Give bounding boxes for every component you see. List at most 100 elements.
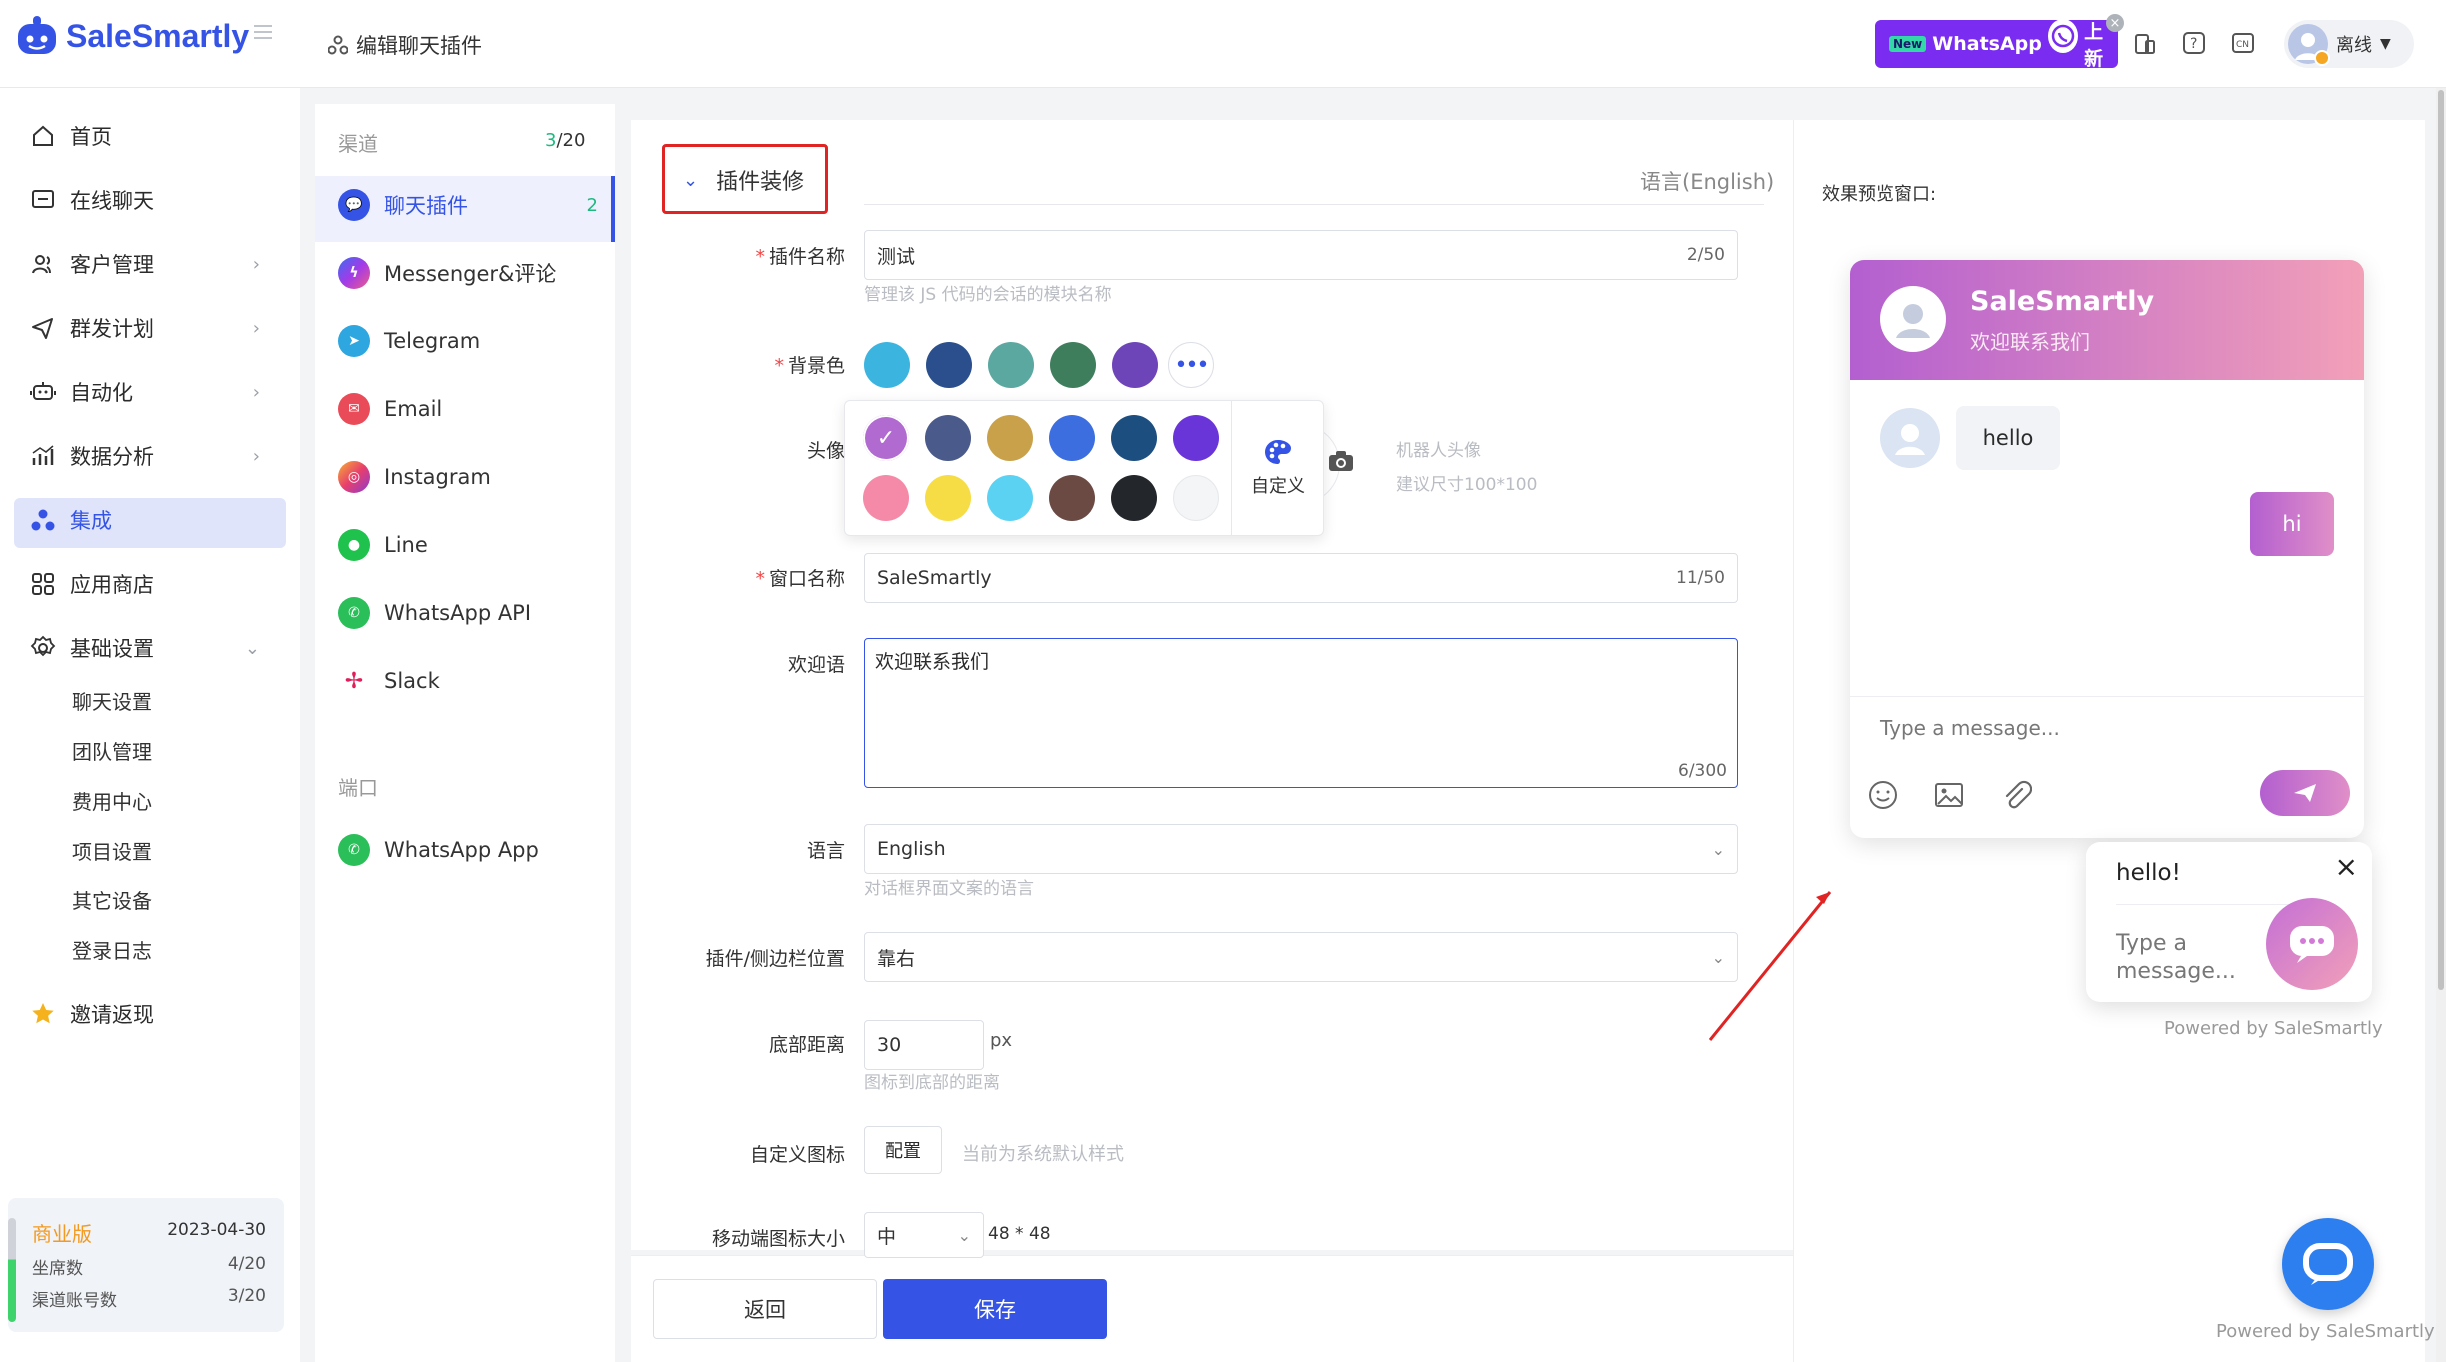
plan-usage-bar <box>8 1218 16 1322</box>
language-hint: 对话框界面文案的语言 <box>864 879 1034 899</box>
sidebar-item-analytics[interactable]: 数据分析 › <box>30 438 260 474</box>
email-icon: ✉ <box>338 393 370 425</box>
custom-icon-label: 自定义图标 <box>749 1144 845 1166</box>
avatar-color-swatch[interactable] <box>1173 415 1219 461</box>
bg-color-swatch[interactable] <box>1050 342 1096 388</box>
integration-icon <box>31 509 55 531</box>
popup-input-placeholder[interactable]: Type a message... <box>2116 930 2256 985</box>
seats-value: 4/20 <box>227 1254 266 1274</box>
sidebar-item-customers[interactable]: 客户管理 › <box>30 246 260 282</box>
line-icon: ● <box>338 529 370 561</box>
help-icon[interactable]: ? <box>2182 31 2206 55</box>
channel-item-label: 聊天插件 <box>384 194 468 218</box>
name-label-text: 插件名称 <box>768 246 845 268</box>
sidebar-item-invite[interactable]: 邀请返现 <box>30 996 154 1032</box>
support-launcher-button[interactable] <box>2282 1218 2374 1310</box>
sidebar-sub-project[interactable]: 项目设置 <box>72 836 152 865</box>
chevron-right-icon: › <box>252 381 260 403</box>
chat-plugin-icon: 💬 <box>338 189 370 221</box>
save-button[interactable]: 保存 <box>883 1279 1107 1339</box>
section-toggle[interactable]: ⌄ 插件装修 <box>683 164 804 196</box>
scrollbar-track[interactable] <box>2436 88 2446 1362</box>
whatsapp-promo-banner[interactable]: New WhatsApp 上新 <box>1875 19 2118 70</box>
scrollbar-thumb[interactable] <box>2438 90 2444 990</box>
channel-item-telegram[interactable]: ➤ Telegram <box>338 325 480 357</box>
sidebar-item-settings[interactable]: 基础设置 ⌄ <box>30 630 260 666</box>
new-badge: New <box>1889 36 1927 52</box>
channel-item-line[interactable]: ● Line <box>338 529 428 561</box>
sidebar-sub-login-log[interactable]: 登录日志 <box>72 935 152 964</box>
channel-item-messenger[interactable]: ϟ Messenger&评论 <box>338 257 556 289</box>
avatar-color-swatch[interactable] <box>1111 475 1157 521</box>
avatar-color-swatch[interactable]: ✓ <box>863 415 909 461</box>
custom-color-button[interactable]: 自定义 <box>1231 401 1325 535</box>
avatar-color-swatch[interactable] <box>987 475 1033 521</box>
close-promo-icon[interactable]: × <box>2106 14 2124 32</box>
channel-item-whatsapp-app[interactable]: ✆ WhatsApp App <box>338 834 539 866</box>
channel-item-whatsapp-api[interactable]: ✆ WhatsApp API <box>338 597 531 629</box>
sidebar-item-automation[interactable]: 自动化 › <box>30 374 260 410</box>
sidebar-sub-billing[interactable]: 费用中心 <box>72 786 152 815</box>
more-colors-button[interactable]: ••• <box>1168 342 1214 388</box>
sidebar-item-app-store[interactable]: 应用商店 <box>30 566 154 602</box>
avatar-color-swatch[interactable] <box>925 475 971 521</box>
avatar-hint-1: 机器人头像 <box>1396 441 1481 461</box>
brand-name: SaleSmartly <box>66 17 250 54</box>
widget-launcher-button[interactable] <box>2266 898 2358 990</box>
bg-color-swatches <box>864 342 1158 388</box>
messenger-icon: ϟ <box>338 257 370 289</box>
plugin-name-count: 2/50 <box>1686 245 1725 265</box>
image-icon[interactable] <box>1932 778 1966 812</box>
back-button[interactable]: 返回 <box>653 1279 877 1339</box>
emoji-icon[interactable] <box>1866 778 1900 812</box>
greeting-popup: hello! × Type a message... <box>2086 842 2372 1002</box>
bg-color-swatch[interactable] <box>926 342 972 388</box>
user-menu[interactable]: 离线 ▼ <box>2284 20 2414 68</box>
welcome-textarea[interactable]: 欢迎联系我们 6/300 <box>864 638 1738 788</box>
sidebar-item-home[interactable]: 首页 <box>30 118 112 154</box>
plugin-name-input[interactable]: 测试 2/50 <box>864 230 1738 280</box>
send-button[interactable] <box>2260 770 2350 816</box>
sidebar-sub-chat-settings[interactable]: 聊天设置 <box>72 686 152 715</box>
window-name-input[interactable]: SaleSmartly 11/50 <box>864 553 1738 603</box>
camera-icon[interactable] <box>1328 450 1354 472</box>
avatar-color-swatch[interactable] <box>1111 415 1157 461</box>
avatar-color-swatch[interactable] <box>1049 475 1095 521</box>
message-input-placeholder[interactable]: Type a message... <box>1880 716 2060 740</box>
channel-item-label: Instagram <box>384 465 491 489</box>
avatar-color-swatch[interactable] <box>1049 415 1095 461</box>
devices-icon[interactable] <box>2134 32 2156 56</box>
sidebar-item-label: 群发计划 <box>70 317 154 341</box>
welcome-value: 欢迎联系我们 <box>875 651 990 673</box>
sidebar-item-broadcast[interactable]: 群发计划 › <box>30 310 260 346</box>
sidebar-item-integration[interactable]: 集成 <box>30 502 112 538</box>
bg-color-swatch[interactable] <box>1112 342 1158 388</box>
mobile-size-select[interactable]: 中 ⌄ <box>864 1212 984 1258</box>
avatar-color-swatch[interactable] <box>925 415 971 461</box>
avatar-color-swatch[interactable] <box>863 475 909 521</box>
bottom-distance-input[interactable]: 30 <box>864 1020 984 1070</box>
widget-toolbar <box>1866 778 2032 812</box>
configure-icon-button[interactable]: 配置 <box>864 1126 942 1174</box>
menu-toggle-icon[interactable] <box>252 22 274 42</box>
channel-item-slack[interactable]: ✢ Slack <box>338 665 440 697</box>
channel-item-email[interactable]: ✉ Email <box>338 393 442 425</box>
avatar-color-swatch[interactable] <box>1173 475 1219 521</box>
chevron-right-icon: › <box>252 445 260 467</box>
avatar-color-swatch[interactable] <box>987 415 1033 461</box>
channel-item-instagram[interactable]: ◎ Instagram <box>338 461 491 493</box>
bg-color-swatch[interactable] <box>988 342 1034 388</box>
channel-item-chat-plugin[interactable]: 💬 聊天插件 2 <box>338 189 598 221</box>
sidebar-sub-devices[interactable]: 其它设备 <box>72 885 152 914</box>
sidebar-sub-team[interactable]: 团队管理 <box>72 736 152 765</box>
bg-color-swatch[interactable] <box>864 342 910 388</box>
close-icon[interactable]: × <box>2335 850 2358 883</box>
attachment-icon[interactable] <box>1998 778 2032 812</box>
instagram-icon: ◎ <box>338 461 370 493</box>
sidebar-item-live-chat[interactable]: 在线聊天 <box>30 182 154 218</box>
sidebar-item-label: 数据分析 <box>70 445 154 469</box>
position-select[interactable]: 靠右 ⌄ <box>864 932 1738 982</box>
language-switch-icon[interactable]: CN <box>2231 32 2255 54</box>
chat-bubble-icon <box>2290 926 2334 963</box>
language-select[interactable]: English ⌄ <box>864 824 1738 874</box>
